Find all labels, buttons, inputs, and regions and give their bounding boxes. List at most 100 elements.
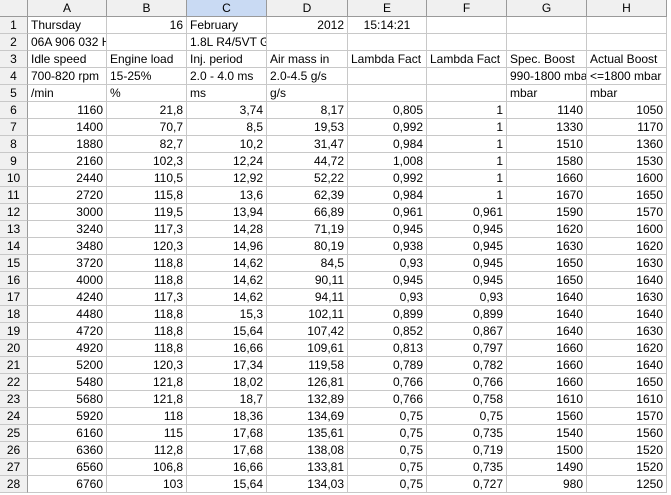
column-header-c[interactable]: C	[187, 0, 267, 17]
cell-e7[interactable]: 0,992	[348, 119, 427, 136]
row-header-19[interactable]: 19	[0, 323, 28, 340]
cell-a9[interactable]: 2160	[28, 153, 107, 170]
cell-h5[interactable]: mbar	[587, 85, 667, 102]
cell-a17[interactable]: 4240	[28, 289, 107, 306]
cell-e25[interactable]: 0,75	[348, 425, 427, 442]
cell-d14[interactable]: 80,19	[267, 238, 348, 255]
cell-e2[interactable]	[348, 34, 427, 51]
cell-f17[interactable]: 0,93	[427, 289, 507, 306]
cell-h26[interactable]: 1520	[587, 442, 667, 459]
cell-h25[interactable]: 1560	[587, 425, 667, 442]
cell-f3[interactable]: Lambda Fact	[427, 51, 507, 68]
cell-b18[interactable]: 118,8	[107, 306, 187, 323]
cell-f15[interactable]: 0,945	[427, 255, 507, 272]
cell-f4[interactable]	[427, 68, 507, 85]
cell-b24[interactable]: 118	[107, 408, 187, 425]
cell-f26[interactable]: 0,719	[427, 442, 507, 459]
cell-e18[interactable]: 0,899	[348, 306, 427, 323]
cell-f2[interactable]	[427, 34, 507, 51]
cell-a7[interactable]: 1400	[28, 119, 107, 136]
cell-c11[interactable]: 13,6	[187, 187, 267, 204]
cell-g26[interactable]: 1500	[507, 442, 587, 459]
cell-e24[interactable]: 0,75	[348, 408, 427, 425]
cell-b11[interactable]: 115,8	[107, 187, 187, 204]
cell-d8[interactable]: 31,47	[267, 136, 348, 153]
cell-d2[interactable]	[267, 34, 348, 51]
cell-h22[interactable]: 1650	[587, 374, 667, 391]
cell-g7[interactable]: 1330	[507, 119, 587, 136]
cell-b26[interactable]: 112,8	[107, 442, 187, 459]
cell-a4[interactable]: 700-820 rpm	[28, 68, 107, 85]
row-header-3[interactable]: 3	[0, 51, 28, 68]
cell-b28[interactable]: 103	[107, 476, 187, 493]
cell-d20[interactable]: 109,61	[267, 340, 348, 357]
row-header-23[interactable]: 23	[0, 391, 28, 408]
cell-e19[interactable]: 0,852	[348, 323, 427, 340]
cell-b25[interactable]: 115	[107, 425, 187, 442]
cell-a24[interactable]: 5920	[28, 408, 107, 425]
cell-h12[interactable]: 1570	[587, 204, 667, 221]
cell-a23[interactable]: 5680	[28, 391, 107, 408]
cell-h28[interactable]: 1250	[587, 476, 667, 493]
cell-b27[interactable]: 106,8	[107, 459, 187, 476]
cell-g3[interactable]: Spec. Boost	[507, 51, 587, 68]
cell-d26[interactable]: 138,08	[267, 442, 348, 459]
row-header-15[interactable]: 15	[0, 255, 28, 272]
cell-h3[interactable]: Actual Boost	[587, 51, 667, 68]
cell-a19[interactable]: 4720	[28, 323, 107, 340]
cell-g20[interactable]: 1660	[507, 340, 587, 357]
cell-c8[interactable]: 10,2	[187, 136, 267, 153]
cell-a27[interactable]: 6560	[28, 459, 107, 476]
cell-e4[interactable]	[348, 68, 427, 85]
cell-e26[interactable]: 0,75	[348, 442, 427, 459]
cell-d25[interactable]: 135,61	[267, 425, 348, 442]
cell-a20[interactable]: 4920	[28, 340, 107, 357]
cell-a13[interactable]: 3240	[28, 221, 107, 238]
cell-a15[interactable]: 3720	[28, 255, 107, 272]
row-header-2[interactable]: 2	[0, 34, 28, 51]
cell-g9[interactable]: 1580	[507, 153, 587, 170]
cell-c17[interactable]: 14,62	[187, 289, 267, 306]
cell-f25[interactable]: 0,735	[427, 425, 507, 442]
cell-f10[interactable]: 1	[427, 170, 507, 187]
cell-c28[interactable]: 15,64	[187, 476, 267, 493]
cell-d5[interactable]: g/s	[267, 85, 348, 102]
cell-c2[interactable]: 1.8L R4/5VT G 0001	[187, 34, 267, 51]
row-header-17[interactable]: 17	[0, 289, 28, 306]
cell-b16[interactable]: 118,8	[107, 272, 187, 289]
cell-f12[interactable]: 0,961	[427, 204, 507, 221]
cell-d19[interactable]: 107,42	[267, 323, 348, 340]
cell-c18[interactable]: 15,3	[187, 306, 267, 323]
cell-d22[interactable]: 126,81	[267, 374, 348, 391]
cell-g17[interactable]: 1640	[507, 289, 587, 306]
cell-c23[interactable]: 18,7	[187, 391, 267, 408]
cell-a11[interactable]: 2720	[28, 187, 107, 204]
row-header-16[interactable]: 16	[0, 272, 28, 289]
cell-d24[interactable]: 134,69	[267, 408, 348, 425]
row-header-27[interactable]: 27	[0, 459, 28, 476]
cell-h15[interactable]: 1630	[587, 255, 667, 272]
cell-h17[interactable]: 1630	[587, 289, 667, 306]
column-header-h[interactable]: H	[587, 0, 667, 17]
cell-a1[interactable]: Thursday	[28, 17, 107, 34]
cell-g15[interactable]: 1650	[507, 255, 587, 272]
cell-e13[interactable]: 0,945	[348, 221, 427, 238]
cell-d17[interactable]: 94,11	[267, 289, 348, 306]
cell-c1[interactable]: February	[187, 17, 267, 34]
cell-c26[interactable]: 17,68	[187, 442, 267, 459]
cell-g22[interactable]: 1660	[507, 374, 587, 391]
cell-f23[interactable]: 0,758	[427, 391, 507, 408]
cell-f6[interactable]: 1	[427, 102, 507, 119]
cell-h13[interactable]: 1600	[587, 221, 667, 238]
spreadsheet-grid[interactable]: A B C D E F G H 1 Thursday 16 February 2012 15:14:21 2…	[0, 0, 671, 495]
cell-h2[interactable]	[587, 34, 667, 51]
cell-b12[interactable]: 119,5	[107, 204, 187, 221]
cell-a5[interactable]: /min	[28, 85, 107, 102]
cell-c27[interactable]: 16,66	[187, 459, 267, 476]
cell-e17[interactable]: 0,93	[348, 289, 427, 306]
cell-h10[interactable]: 1600	[587, 170, 667, 187]
cell-b9[interactable]: 102,3	[107, 153, 187, 170]
cell-d28[interactable]: 134,03	[267, 476, 348, 493]
select-all-corner[interactable]	[0, 0, 28, 17]
cell-g27[interactable]: 1490	[507, 459, 587, 476]
